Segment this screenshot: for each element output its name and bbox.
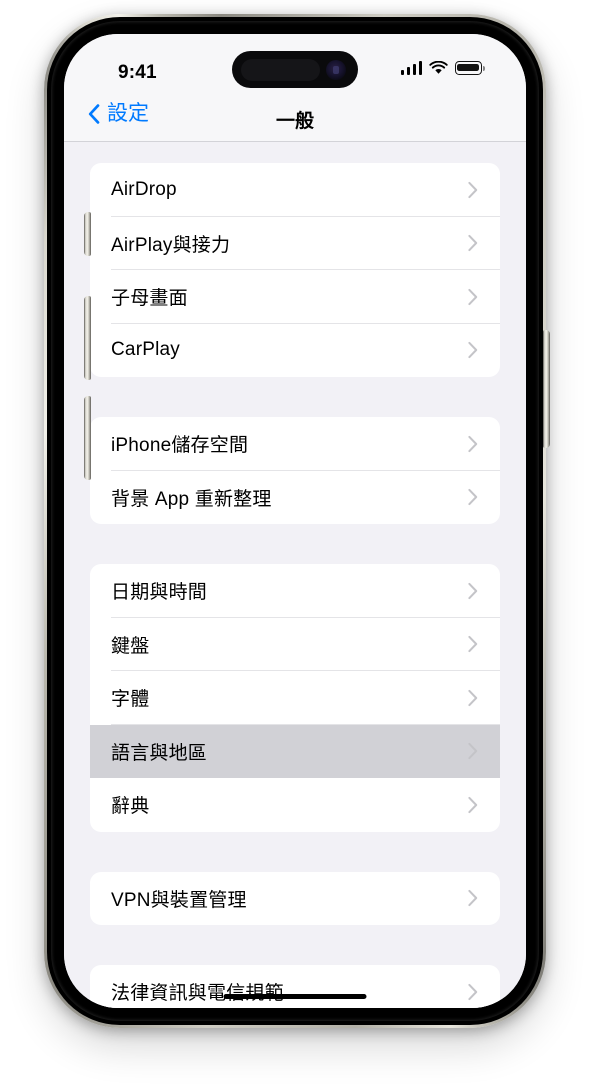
settings-row-label: 語言與地區 xyxy=(111,742,208,764)
chevron-right-icon xyxy=(468,636,478,653)
battery-full-icon xyxy=(455,61,486,75)
settings-row-label: 背景 App 重新整理 xyxy=(111,488,272,510)
settings-row-label: 鍵盤 xyxy=(111,635,150,657)
chevron-right-icon xyxy=(468,235,478,252)
chevron-right-icon xyxy=(468,489,478,506)
screenshot-canvas: 9:41 設定 一般 AirDrop AirPlay與接力 子母畫面 CarPl… xyxy=(0,0,590,1084)
settings-group: 法律資訊與電信規範 xyxy=(90,965,500,1008)
settings-row[interactable]: 語言與地區 xyxy=(90,724,500,778)
power-button[interactable] xyxy=(543,330,550,448)
settings-group: iPhone儲存空間背景 App 重新整理 xyxy=(90,417,500,524)
chevron-right-icon xyxy=(468,743,478,760)
chevron-right-icon xyxy=(468,796,478,813)
settings-group: 日期與時間鍵盤字體語言與地區辭典 xyxy=(90,564,500,832)
settings-row-label: 法律資訊與電信規範 xyxy=(111,983,284,1005)
wifi-icon xyxy=(429,61,448,74)
settings-group: VPN與裝置管理 xyxy=(90,871,500,926)
front-camera-icon xyxy=(326,60,346,80)
settings-row-label: 子母畫面 xyxy=(111,288,188,310)
settings-row-label: AirDrop xyxy=(111,178,177,200)
settings-row-label: AirPlay與接力 xyxy=(111,234,231,256)
status-bar-indicators xyxy=(400,61,486,75)
settings-row[interactable]: 鍵盤 xyxy=(90,618,500,671)
device-screen: 9:41 設定 一般 AirDrop AirPlay與接力 子母畫面 CarPl… xyxy=(64,34,526,1008)
settings-row[interactable]: 日期與時間 xyxy=(90,564,500,618)
dynamic-island xyxy=(232,51,358,88)
settings-list[interactable]: AirDrop AirPlay與接力 子母畫面 CarPlay iPhone儲存空間背景… xyxy=(64,142,526,1008)
settings-row[interactable]: 字體 xyxy=(90,671,500,725)
iphone-device-frame: 9:41 設定 一般 AirDrop AirPlay與接力 子母畫面 CarPl… xyxy=(44,14,546,1028)
chevron-right-icon xyxy=(468,181,478,198)
dynamic-island-pill xyxy=(241,59,320,81)
settings-row-label: 字體 xyxy=(111,689,150,711)
settings-row-label: 辭典 xyxy=(111,796,150,818)
settings-row[interactable]: iPhone儲存空間 xyxy=(90,417,500,471)
chevron-right-icon xyxy=(468,435,478,452)
chevron-right-icon xyxy=(468,342,478,359)
settings-row[interactable]: AirDrop xyxy=(90,163,500,217)
chevron-right-icon xyxy=(468,288,478,305)
settings-row-label: CarPlay xyxy=(111,339,180,361)
chevron-right-icon xyxy=(468,983,478,1000)
action-button[interactable] xyxy=(84,212,91,256)
settings-row-label: VPN與裝置管理 xyxy=(111,889,247,911)
settings-row[interactable]: VPN與裝置管理 xyxy=(90,872,500,926)
settings-row-label: iPhone儲存空間 xyxy=(111,435,249,457)
settings-group: AirDrop AirPlay與接力 子母畫面 CarPlay xyxy=(90,163,500,377)
home-indicator[interactable] xyxy=(223,993,367,999)
chevron-right-icon xyxy=(468,689,478,706)
status-bar-time: 9:41 xyxy=(118,62,157,83)
settings-row[interactable]: 辭典 xyxy=(90,778,500,832)
chevron-right-icon xyxy=(468,582,478,599)
settings-row[interactable]: 子母畫面 xyxy=(90,270,500,324)
chevron-right-icon xyxy=(468,890,478,907)
volume-up-button[interactable] xyxy=(84,296,91,380)
settings-row[interactable]: 背景 App 重新整理 xyxy=(90,471,500,525)
settings-row-label: 日期與時間 xyxy=(111,582,208,604)
page-title: 一般 xyxy=(275,111,314,132)
settings-row[interactable]: 法律資訊與電信規範 xyxy=(90,965,500,1008)
settings-row[interactable]: CarPlay xyxy=(90,324,500,378)
settings-row[interactable]: AirPlay與接力 xyxy=(90,217,500,270)
volume-down-button[interactable] xyxy=(84,396,91,480)
status-bar: 9:41 xyxy=(64,34,526,96)
navigation-bar: 設定 一般 xyxy=(64,96,526,142)
cellular-signal-icon xyxy=(400,61,422,75)
